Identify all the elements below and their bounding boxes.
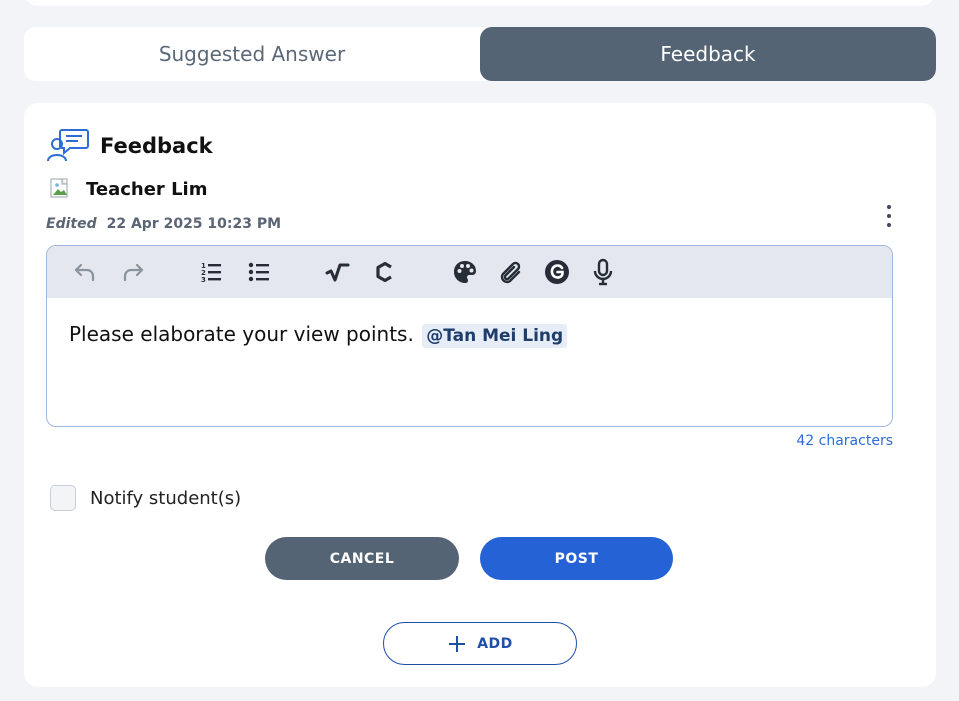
notify-checkbox[interactable] bbox=[50, 485, 76, 511]
microphone-icon[interactable] bbox=[589, 258, 617, 286]
broken-image-icon bbox=[50, 178, 72, 200]
editor-text: Please elaborate your view points. bbox=[69, 322, 414, 346]
tab-suggested-answer[interactable]: Suggested Answer bbox=[24, 27, 480, 81]
edit-meta: Edited 22 Apr 2025 10:23 PM bbox=[46, 216, 281, 232]
add-button-label: ADD bbox=[477, 635, 513, 652]
cancel-button[interactable]: CANCEL bbox=[265, 537, 459, 580]
answer-tabs: Suggested Answer Feedback bbox=[24, 27, 936, 81]
post-button[interactable]: POST bbox=[480, 537, 673, 580]
palette-icon[interactable] bbox=[451, 258, 479, 286]
editor-content[interactable]: Please elaborate your view points. @Tan … bbox=[47, 298, 892, 372]
notify-row: Notify student(s) bbox=[50, 485, 241, 511]
feedback-panel: Feedback Teacher Lim Edited 22 Apr 2025 … bbox=[24, 103, 936, 687]
grammarly-icon[interactable] bbox=[543, 258, 571, 286]
character-count: 42 characters bbox=[796, 433, 893, 449]
plus-icon bbox=[449, 635, 466, 652]
undo-icon[interactable] bbox=[71, 258, 99, 286]
bulleted-list-icon[interactable] bbox=[245, 258, 273, 286]
chemistry-icon[interactable] bbox=[371, 258, 399, 286]
panel-header: Feedback bbox=[46, 127, 213, 165]
feedback-chat-icon bbox=[47, 129, 89, 162]
author-row: Teacher Lim bbox=[50, 178, 207, 200]
panel-title: Feedback bbox=[100, 134, 213, 158]
mention-tag[interactable]: @Tan Mei Ling bbox=[422, 324, 568, 348]
numbered-list-icon[interactable]: 123 bbox=[197, 258, 225, 286]
editor-toolbar: 123 bbox=[47, 246, 892, 298]
notify-label: Notify student(s) bbox=[90, 487, 242, 509]
previous-card-bottom bbox=[24, 0, 935, 6]
svg-text:3: 3 bbox=[201, 276, 206, 284]
attachment-icon[interactable] bbox=[497, 258, 525, 286]
feedback-editor[interactable]: 123 Please elaborate your view points. @… bbox=[46, 245, 893, 427]
redo-icon[interactable] bbox=[119, 258, 147, 286]
add-button[interactable]: ADD bbox=[383, 622, 577, 665]
timestamp: 22 Apr 2025 10:23 PM bbox=[106, 216, 282, 232]
more-options-icon[interactable] bbox=[882, 203, 896, 229]
author-name: Teacher Lim bbox=[86, 178, 208, 200]
math-sqrt-icon[interactable] bbox=[323, 258, 351, 286]
edited-label: Edited bbox=[46, 216, 97, 232]
tab-feedback[interactable]: Feedback bbox=[480, 27, 936, 81]
